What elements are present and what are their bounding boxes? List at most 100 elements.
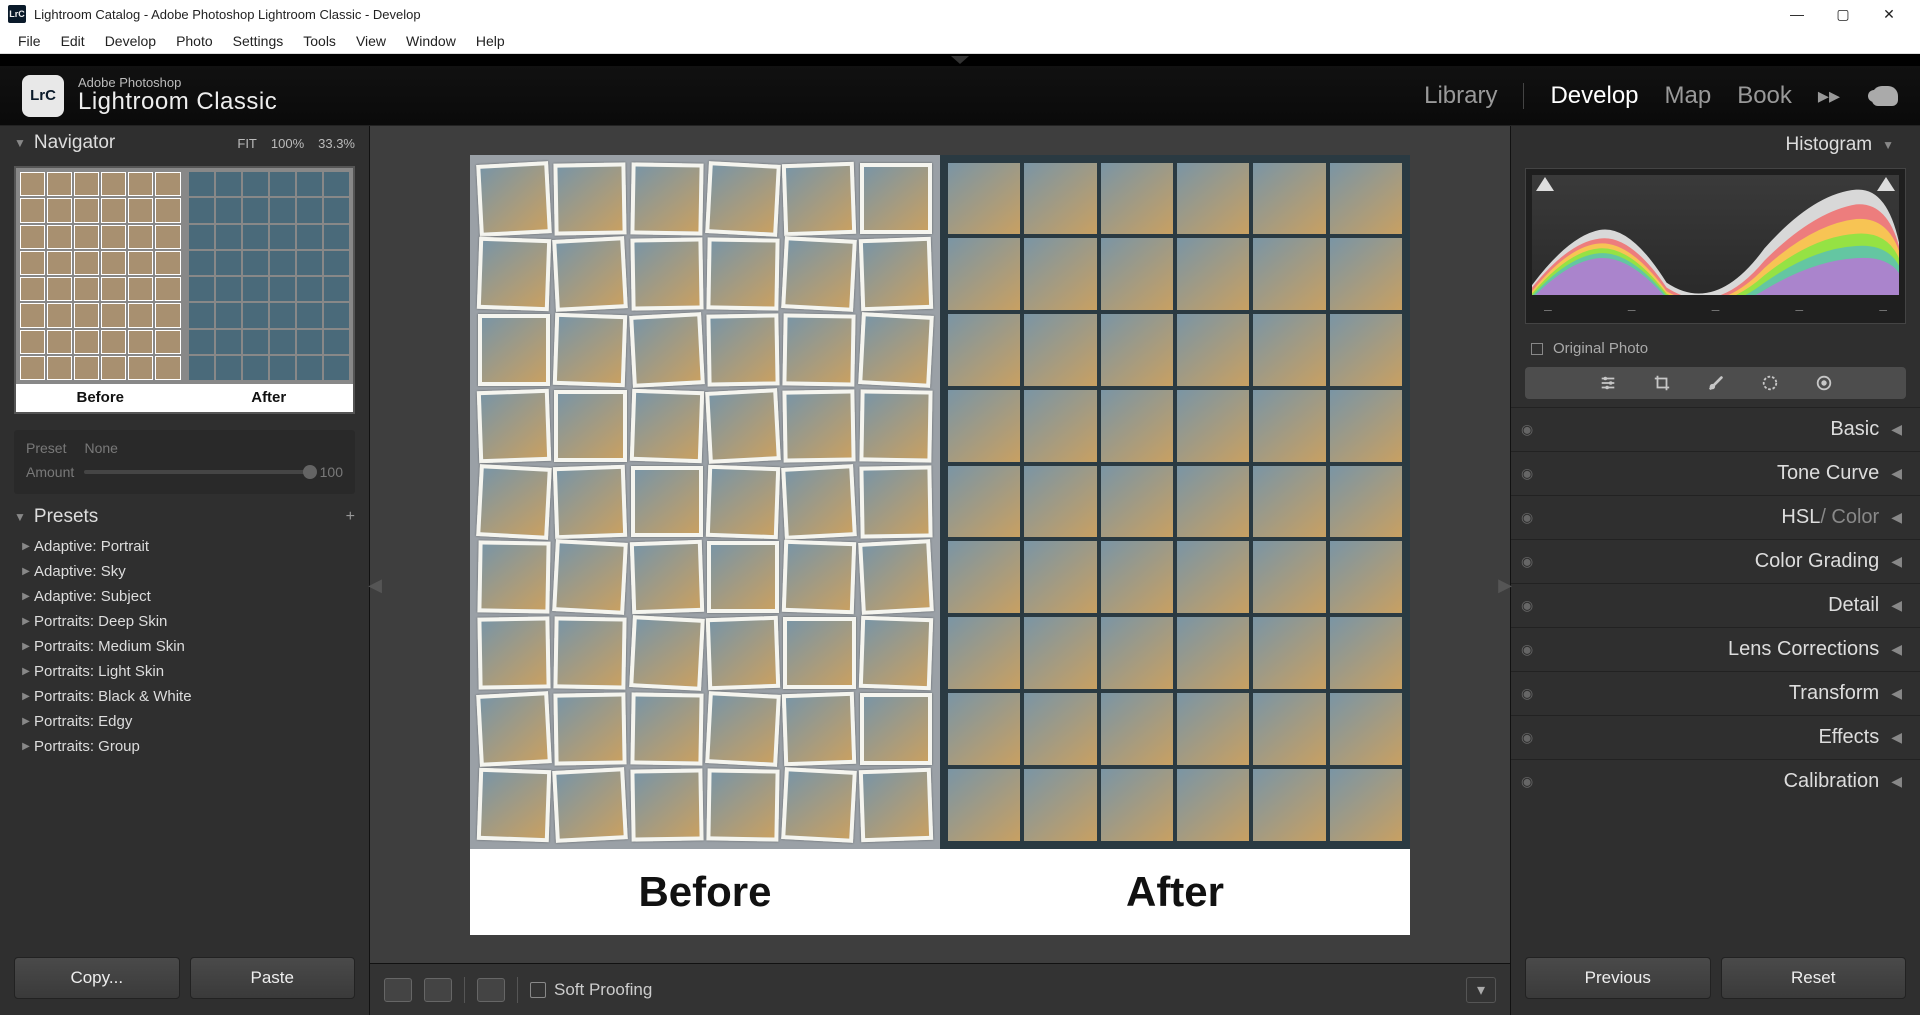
- panel-collapse-icon[interactable]: ◀: [1891, 553, 1902, 570]
- panel-collapse-icon[interactable]: ◀: [1891, 729, 1902, 746]
- panel-detail[interactable]: ◉Detail◀: [1511, 583, 1920, 627]
- preset-disclosure-icon[interactable]: ▶: [18, 541, 34, 552]
- zoom-333[interactable]: 33.3%: [318, 136, 355, 151]
- paste-button[interactable]: Paste: [190, 957, 356, 999]
- preset-disclosure-icon[interactable]: ▶: [18, 741, 34, 752]
- previous-button[interactable]: Previous: [1525, 957, 1711, 999]
- presets-disclosure-icon[interactable]: ▼: [14, 510, 26, 524]
- navigator-header[interactable]: ▼ Navigator FIT100%33.3%: [0, 126, 369, 160]
- panel-collapse-icon[interactable]: ◀: [1891, 597, 1902, 614]
- histogram-header[interactable]: Histogram ▼: [1511, 126, 1920, 164]
- menu-settings[interactable]: Settings: [223, 33, 294, 49]
- panel-color-grading[interactable]: ◉Color Grading◀: [1511, 539, 1920, 583]
- navigator-preview[interactable]: Before After: [14, 166, 355, 414]
- copy-button[interactable]: Copy...: [14, 957, 180, 999]
- preset-disclosure-icon[interactable]: ▶: [18, 616, 34, 627]
- module-tab-map[interactable]: Map: [1665, 82, 1712, 110]
- panel-lens-corrections[interactable]: ◉Lens Corrections◀: [1511, 627, 1920, 671]
- panel-tone-curve[interactable]: ◉ Tone Curve ◀: [1511, 451, 1920, 495]
- panel-calibration[interactable]: ◉Calibration◀: [1511, 759, 1920, 803]
- healing-icon[interactable]: [1707, 374, 1725, 392]
- menu-view[interactable]: View: [346, 33, 396, 49]
- radial-icon[interactable]: [1815, 374, 1833, 392]
- panel-effects[interactable]: ◉Effects◀: [1511, 715, 1920, 759]
- presets-add-icon[interactable]: +: [346, 508, 355, 526]
- panel-visibility-icon[interactable]: ◉: [1521, 465, 1533, 482]
- panel-visibility-icon[interactable]: ◉: [1521, 553, 1533, 570]
- panel-visibility-icon[interactable]: ◉: [1521, 597, 1533, 614]
- menu-develop[interactable]: Develop: [95, 33, 166, 49]
- panel-visibility-icon[interactable]: ◉: [1521, 641, 1533, 658]
- menu-tools[interactable]: Tools: [293, 33, 346, 49]
- window-minimize-button[interactable]: —: [1774, 6, 1820, 22]
- left-panel-expand-icon[interactable]: ◀: [368, 571, 382, 601]
- amount-slider[interactable]: [84, 470, 309, 474]
- original-photo-checkbox-icon[interactable]: [1531, 343, 1543, 355]
- navigator-zoom-levels[interactable]: FIT 100% 33.3%: [237, 136, 355, 151]
- window-close-button[interactable]: ✕: [1866, 6, 1912, 23]
- navigator-disclosure-icon[interactable]: ▼: [14, 136, 26, 150]
- view-loupe-button[interactable]: [384, 978, 412, 1002]
- image-canvas[interactable]: Before After: [470, 155, 1410, 935]
- window-maximize-button[interactable]: ▢: [1820, 6, 1866, 23]
- preset-disclosure-icon[interactable]: ▶: [18, 641, 34, 652]
- view-swap-button[interactable]: [477, 978, 505, 1002]
- module-tab-develop[interactable]: Develop: [1550, 82, 1638, 110]
- module-tab-library[interactable]: Library: [1424, 82, 1497, 110]
- cloud-sync-icon[interactable]: [1872, 86, 1898, 106]
- preset-disclosure-icon[interactable]: ▶: [18, 566, 34, 577]
- panel-collapse-icon[interactable]: ◀: [1891, 685, 1902, 702]
- panel-collapse-icon[interactable]: ◀: [1891, 773, 1902, 790]
- original-photo-toggle[interactable]: Original Photo: [1511, 330, 1920, 363]
- preset-group[interactable]: ▶Portraits: Deep Skin: [14, 609, 355, 634]
- panel-basic[interactable]: ◉Basic◀: [1511, 407, 1920, 451]
- preset-group[interactable]: ▶Portraits: Edgy: [14, 709, 355, 734]
- presets-header[interactable]: ▼ Presets +: [0, 500, 369, 534]
- zoom-100[interactable]: 100%: [271, 136, 304, 151]
- panel-collapse-icon[interactable]: ◀: [1891, 641, 1902, 658]
- toolbar-options-dropdown[interactable]: ▾: [1466, 977, 1496, 1003]
- sliders-icon[interactable]: [1599, 374, 1617, 392]
- menu-edit[interactable]: Edit: [51, 33, 95, 49]
- zoom-fit[interactable]: FIT: [237, 136, 257, 151]
- panel-collapse-icon[interactable]: ◀: [1891, 509, 1902, 526]
- panel-transform[interactable]: ◉Transform◀: [1511, 671, 1920, 715]
- preset-disclosure-icon[interactable]: ▶: [18, 666, 34, 677]
- panel-visibility-icon[interactable]: ◉: [1521, 729, 1533, 746]
- preset-group[interactable]: ▶Portraits: Light Skin: [14, 659, 355, 684]
- preset-group[interactable]: ▶Portraits: Medium Skin: [14, 634, 355, 659]
- crop-icon[interactable]: [1653, 374, 1671, 392]
- preset-group[interactable]: ▶Adaptive: Subject: [14, 584, 355, 609]
- panel-visibility-icon[interactable]: ◉: [1521, 509, 1533, 526]
- preset-disclosure-icon[interactable]: ▶: [18, 691, 34, 702]
- histogram-plot[interactable]: [1532, 175, 1899, 295]
- preset-disclosure-icon[interactable]: ▶: [18, 716, 34, 727]
- reset-button[interactable]: Reset: [1721, 957, 1907, 999]
- histogram-disclosure-icon[interactable]: ▼: [1882, 138, 1894, 152]
- preset-disclosure-icon[interactable]: ▶: [18, 591, 34, 602]
- panel-visibility-icon[interactable]: ◉: [1521, 685, 1533, 702]
- menu-window[interactable]: Window: [396, 33, 466, 49]
- mask-icon[interactable]: [1761, 374, 1779, 392]
- module-more-icon[interactable]: ▸▸: [1818, 83, 1840, 109]
- panel-visibility-icon[interactable]: ◉: [1521, 421, 1533, 438]
- panel-hsl[interactable]: ◉HSL / Color◀: [1511, 495, 1920, 539]
- preset-group[interactable]: ▶Portraits: Group: [14, 734, 355, 759]
- preset-group[interactable]: ▶Portraits: Black & White: [14, 684, 355, 709]
- panel-visibility-icon[interactable]: ◉: [1521, 773, 1533, 790]
- panel-collapse-icon[interactable]: ◀: [1891, 421, 1902, 438]
- preset-group-label: Portraits: Deep Skin: [34, 613, 167, 630]
- preset-group[interactable]: ▶Adaptive: Sky: [14, 559, 355, 584]
- panel-label: Tone Curve: [1777, 462, 1879, 485]
- menu-photo[interactable]: Photo: [166, 33, 223, 49]
- panel-collapse-icon[interactable]: ◀: [1891, 465, 1902, 482]
- menu-help[interactable]: Help: [466, 33, 515, 49]
- top-panel-collapse[interactable]: [0, 54, 1920, 66]
- preset-group[interactable]: ▶Adaptive: Portrait: [14, 534, 355, 559]
- left-panel: ▼ Navigator FIT100%33.3% Before After Pr…: [0, 126, 370, 1015]
- module-tab-book[interactable]: Book: [1737, 82, 1792, 110]
- view-before-after-button[interactable]: [424, 978, 452, 1002]
- menu-file[interactable]: File: [8, 33, 51, 49]
- right-panel-expand-icon[interactable]: ▶: [1498, 571, 1512, 601]
- soft-proofing-checkbox[interactable]: [530, 982, 546, 998]
